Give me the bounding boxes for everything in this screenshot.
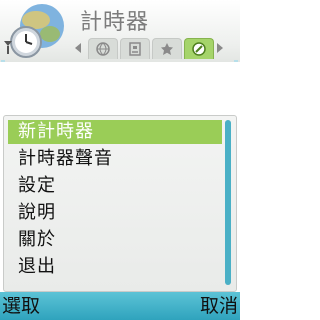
right-softkey[interactable]: 取消 <box>200 294 238 318</box>
menu-item-help[interactable]: 說明 <box>8 201 222 225</box>
tab-left-arrow-icon[interactable] <box>74 42 82 54</box>
tab-bar <box>70 36 223 60</box>
signal-antenna-icon <box>4 41 12 54</box>
city-time-icon <box>129 42 141 56</box>
tab-favorites[interactable] <box>152 38 182 59</box>
left-softkey[interactable]: 選取 <box>2 294 40 318</box>
star-icon <box>161 43 173 55</box>
options-menu: 新計時器 計時器聲音 設定 說明 關於 退出 <box>3 115 237 292</box>
tab-right-arrow-icon[interactable] <box>216 42 224 54</box>
menu-scroll-thumb[interactable] <box>225 120 231 285</box>
tab-world-clock[interactable] <box>88 38 118 59</box>
tab-city-time[interactable] <box>120 38 150 59</box>
menu-item-settings[interactable]: 設定 <box>8 174 222 198</box>
menu-item-new-timer[interactable]: 新計時器 <box>8 120 222 144</box>
title-pane: 計時器 <box>0 0 240 62</box>
menu-scrollbar[interactable] <box>225 120 231 285</box>
stopwatch-icon <box>192 42 206 56</box>
menu-item-about[interactable]: 關於 <box>8 228 222 252</box>
menu-item-timer-sound[interactable]: 計時器聲音 <box>8 147 222 171</box>
softkey-bar: 選取 取消 <box>0 292 240 320</box>
app-title: 計時器 <box>80 10 150 35</box>
globe-icon <box>96 42 110 56</box>
menu-item-exit[interactable]: 退出 <box>8 255 222 279</box>
tab-timer[interactable] <box>184 38 214 59</box>
screen: 計時器 新計時器 計時器聲音 設定 說明 關於 退出 選取 取消 <box>0 0 240 320</box>
clock-globe-icon <box>10 4 64 58</box>
